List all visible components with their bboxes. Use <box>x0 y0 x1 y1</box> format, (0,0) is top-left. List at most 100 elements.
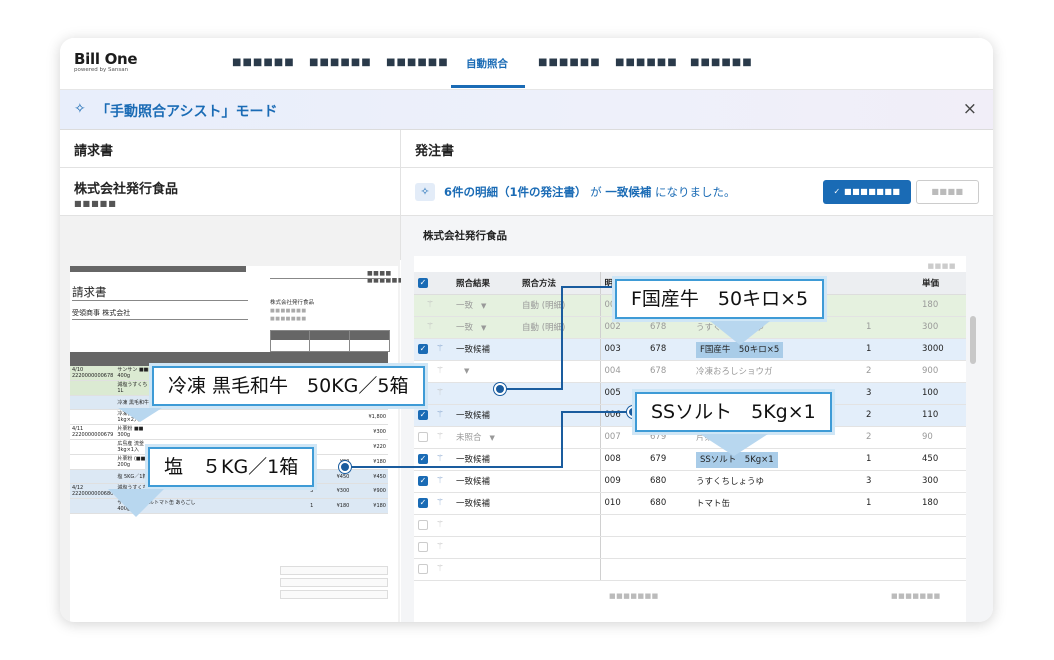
checkbox-icon[interactable] <box>418 563 428 574</box>
po-result-cell[interactable]: ▼ <box>452 360 518 383</box>
po-select-cell[interactable]: ✓⚚ <box>414 470 452 493</box>
nav-item-6[interactable]: ■■■■■■ <box>615 57 678 68</box>
magic-wand-icon[interactable]: ⚚ <box>436 410 444 420</box>
magic-wand-icon[interactable]: ⚚ <box>436 542 444 552</box>
checkbox-checked-icon[interactable]: ✓ <box>418 453 428 464</box>
divider <box>72 319 248 320</box>
header-select-all[interactable]: ✓ <box>414 272 452 295</box>
po-name-cell: トマト缶 <box>692 492 862 515</box>
connector-line <box>561 286 563 390</box>
po-result-cell[interactable] <box>452 536 518 559</box>
stamp-table <box>270 330 390 353</box>
nav-item-auto-match[interactable]: 自動照合 <box>466 56 508 71</box>
callout-wagyu: 冷凍 黒毛和牛 50KG／5箱 <box>152 366 425 406</box>
po-select-cell[interactable]: ⚚ <box>414 514 452 537</box>
assist-mode-banner: ✧ 「手動照合アシスト」モード × <box>60 90 993 130</box>
po-select-cell[interactable]: ⚚ <box>414 558 452 581</box>
po-select-cell[interactable]: ⚚ <box>414 294 452 317</box>
magic-wand-icon[interactable]: ⚚ <box>436 454 444 464</box>
checkbox-checked-icon[interactable]: ✓ <box>418 409 428 420</box>
checkbox-checked-icon[interactable]: ✓ <box>418 497 428 508</box>
inv-amount-cell: ¥300 <box>351 424 388 440</box>
nav-item-2[interactable]: ■■■■■■ <box>309 57 372 68</box>
connector-line <box>561 286 615 288</box>
magic-wand-icon[interactable]: ⚚ <box>436 366 444 376</box>
magic-wand-icon[interactable]: ⚚ <box>436 344 444 354</box>
inv-date-cell <box>70 395 116 410</box>
magic-wand-icon[interactable]: ⚚ <box>436 476 444 486</box>
po-select-cell[interactable]: ✓⚚ <box>414 492 452 515</box>
invoice-header: 請求書 <box>74 144 114 159</box>
po-result-cell[interactable]: 一致候補 <box>452 470 518 493</box>
inv-unit-cell <box>315 409 352 425</box>
po-select-cell[interactable]: ⚚ <box>414 426 452 449</box>
issuer-sub-1: ■■■■■■■ <box>270 308 307 314</box>
po-result-cell[interactable]: 一致候補 <box>452 338 518 361</box>
po-result-cell[interactable]: 一致候補 <box>452 404 518 427</box>
po-row[interactable]: ✓ ⚚ 一致候補 003 678 F国産牛 50キロ×5 1 3000 <box>414 338 966 361</box>
po-select-cell[interactable]: ✓⚚ <box>414 338 452 361</box>
po-select-cell[interactable]: ⚚ <box>414 316 452 339</box>
po-qty-cell: 2 <box>862 426 918 449</box>
po-detail-no-cell: 004 <box>600 360 646 383</box>
po-result-cell[interactable]: 一致 ▼ <box>452 294 518 317</box>
chevron-down-icon[interactable]: ▼ <box>481 302 486 310</box>
po-result-text: 一致候補 <box>456 477 491 487</box>
inv-date-cell <box>70 454 116 470</box>
po-row[interactable]: ⚚ <box>414 558 966 581</box>
close-icon[interactable]: × <box>963 99 977 119</box>
invoice-total-box <box>280 578 388 587</box>
po-select-cell[interactable]: ⚚ <box>414 536 452 559</box>
po-price-cell: 90 <box>918 426 966 449</box>
po-detail-no-cell <box>600 558 646 581</box>
secondary-button[interactable]: ■■■■ <box>916 180 979 204</box>
bill-one-logo[interactable]: Bill One powered by Sansan <box>74 50 138 73</box>
po-row[interactable]: ⚚ ▼ 004 678 冷凍おろしショウガ 2 900 <box>414 360 966 383</box>
po-row[interactable]: ⚚ 一致 ▼ 自動 (明細) 002 678 うすくちしょうゆ 1 300 <box>414 316 966 339</box>
magic-wand-icon[interactable]: ⚚ <box>426 300 434 310</box>
po-result-cell[interactable] <box>452 558 518 581</box>
po-method-cell <box>518 360 601 383</box>
magic-wand-icon[interactable]: ⚚ <box>436 388 444 398</box>
po-result-cell[interactable] <box>452 382 518 405</box>
match-middle: が <box>590 185 602 199</box>
checkbox-checked-icon[interactable]: ✓ <box>418 475 428 486</box>
nav-item-7[interactable]: ■■■■■■ <box>690 57 753 68</box>
chevron-down-icon[interactable]: ▼ <box>490 434 495 442</box>
magic-wand-icon[interactable]: ⚚ <box>436 432 444 442</box>
divider <box>72 300 248 301</box>
connector-dot <box>339 461 351 473</box>
checkbox-icon[interactable] <box>418 541 428 552</box>
po-method-cell <box>518 514 601 537</box>
checkbox-icon[interactable] <box>418 519 428 530</box>
checkbox-checked-icon[interactable]: ✓ <box>418 343 428 354</box>
stamp-head <box>271 331 389 340</box>
inv-qty-cell: 1 <box>285 498 316 514</box>
checkbox-checked-icon[interactable]: ✓ <box>418 277 428 288</box>
scrollbar[interactable] <box>970 316 976 364</box>
magic-wand-icon[interactable]: ⚚ <box>436 520 444 530</box>
chevron-down-icon[interactable]: ▼ <box>464 367 469 375</box>
po-method-cell <box>518 558 601 581</box>
po-result-cell[interactable] <box>452 514 518 537</box>
po-result-cell[interactable]: 未照合 ▼ <box>452 426 518 449</box>
po-price-cell: 300 <box>918 316 966 339</box>
nav-item-3[interactable]: ■■■■■■ <box>386 57 449 68</box>
chevron-down-icon[interactable]: ▼ <box>481 324 486 332</box>
nav-item-5[interactable]: ■■■■■■ <box>538 57 601 68</box>
confirm-button[interactable]: ✓ ■■■■■■■ <box>823 180 911 204</box>
po-row[interactable]: ✓ ⚚ 一致候補 010 680 トマト缶 1 180 <box>414 492 966 515</box>
magic-wand-icon[interactable]: ⚚ <box>436 564 444 574</box>
po-result-cell[interactable]: 一致 ▼ <box>452 316 518 339</box>
magic-wand-icon[interactable]: ⚚ <box>436 498 444 508</box>
po-row[interactable]: ⚚ <box>414 536 966 559</box>
po-detail-no-cell: 002 <box>600 316 646 339</box>
nav-item-1[interactable]: ■■■■■■ <box>232 57 295 68</box>
po-row[interactable]: ✓ ⚚ 一致候補 009 680 うすくちしょうゆ 3 300 <box>414 470 966 493</box>
po-select-cell[interactable]: ✓⚚ <box>414 404 452 427</box>
invoice-table-header <box>70 352 388 366</box>
po-row[interactable]: ⚚ <box>414 514 966 537</box>
checkbox-icon[interactable] <box>418 431 428 442</box>
po-result-cell[interactable]: 一致候補 <box>452 492 518 515</box>
magic-wand-icon[interactable]: ⚚ <box>426 322 434 332</box>
